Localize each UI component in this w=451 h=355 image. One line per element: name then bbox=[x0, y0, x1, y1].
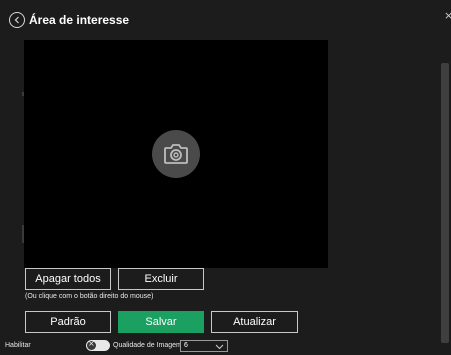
save-button[interactable]: Salvar bbox=[118, 311, 204, 333]
default-button[interactable]: Padrão bbox=[25, 311, 111, 333]
refresh-button[interactable]: Atualizar bbox=[211, 311, 298, 333]
back-button[interactable] bbox=[9, 12, 25, 28]
camera-icon bbox=[152, 130, 200, 178]
chevron-left-icon bbox=[14, 16, 19, 24]
enable-toggle[interactable]: × bbox=[86, 339, 110, 351]
quality-value: 6 bbox=[184, 342, 188, 349]
video-preview[interactable] bbox=[24, 40, 328, 268]
hint-text: (Ou clique com o botão direito do mouse) bbox=[25, 293, 154, 300]
scrollbar[interactable] bbox=[441, 63, 449, 343]
chevron-down-icon bbox=[215, 344, 224, 350]
dialog-header: Área de interesse × bbox=[0, 0, 451, 40]
enable-label: Habilitar bbox=[5, 342, 31, 349]
page-title: Área de interesse bbox=[29, 13, 130, 27]
close-icon: × bbox=[88, 339, 95, 348]
delete-button[interactable]: Excluir bbox=[118, 268, 204, 290]
quality-label: Qualidade de Imagem bbox=[113, 342, 182, 349]
roi-dialog: Área de interesse × Apagar todos Excluir… bbox=[0, 0, 451, 355]
clear-all-button[interactable]: Apagar todos bbox=[25, 268, 111, 290]
close-icon[interactable]: × bbox=[444, 9, 451, 22]
quality-select[interactable]: 6 bbox=[180, 340, 228, 352]
